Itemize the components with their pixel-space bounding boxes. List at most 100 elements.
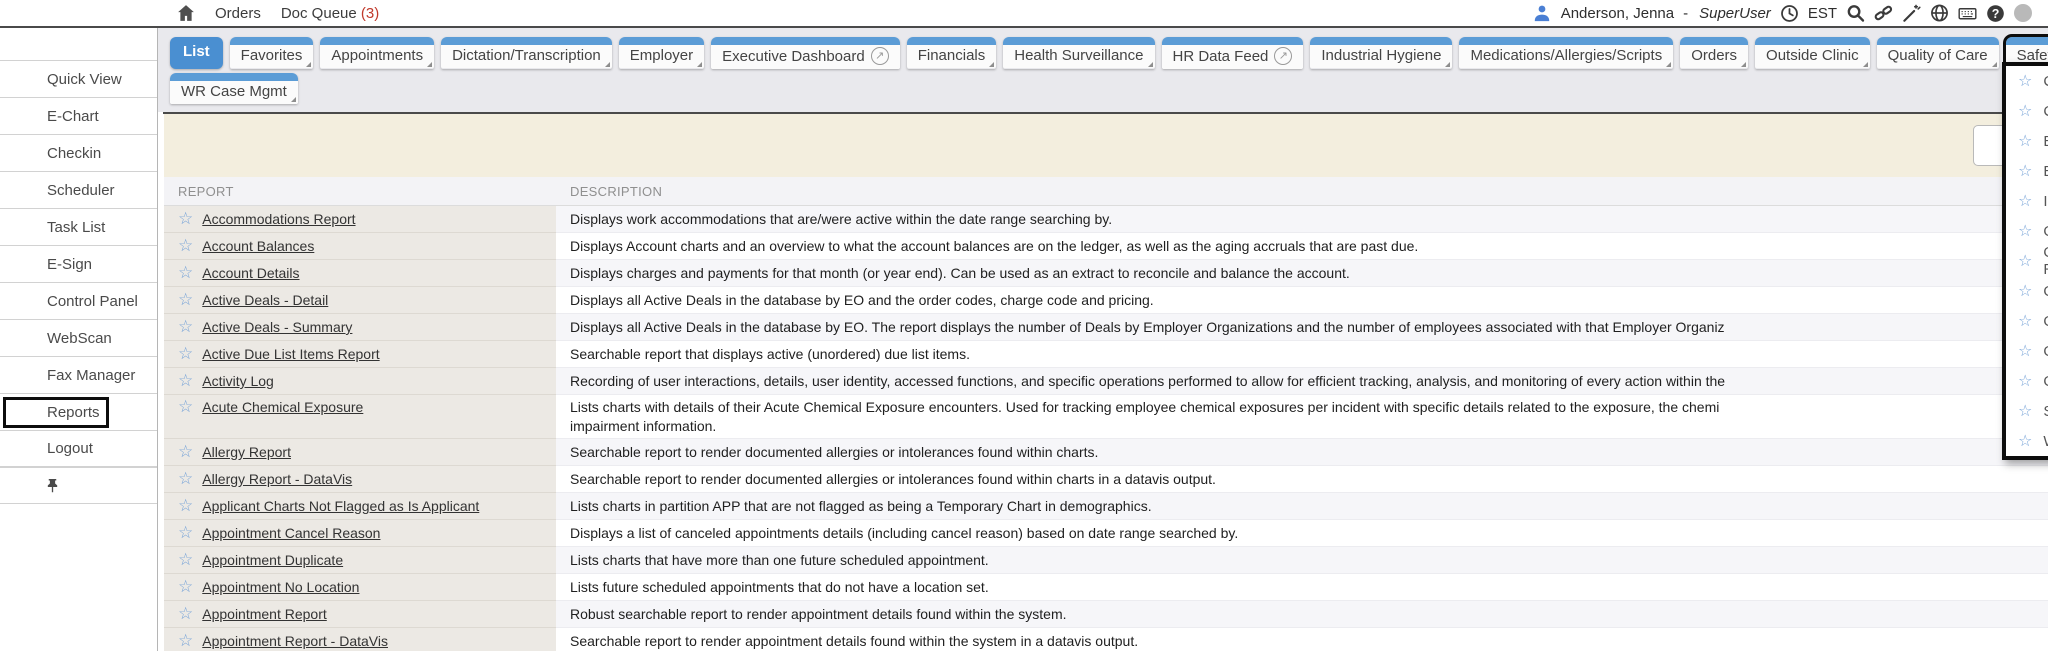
user-name[interactable]: Anderson, Jenna xyxy=(1561,5,1674,22)
search-icon[interactable] xyxy=(1846,4,1865,23)
dropdown-menu-item[interactable]: ☆ Work Comp ↗ xyxy=(2006,426,2048,456)
favorite-star-icon[interactable]: ☆ xyxy=(178,579,193,596)
report-link[interactable]: Account Balances xyxy=(202,238,314,254)
report-category-tab[interactable]: List ↗ xyxy=(170,37,223,69)
report-link[interactable]: Accommodations Report xyxy=(202,211,355,227)
dropdown-menu-item[interactable]: ☆ Case Merge ↗ xyxy=(2006,66,2048,96)
favorite-star-icon[interactable]: ☆ xyxy=(2018,103,2032,119)
favorite-star-icon[interactable]: ☆ xyxy=(178,498,193,515)
dropdown-menu-item[interactable]: ☆ OSHA/DART Events By Dept ↗ xyxy=(2006,336,2048,366)
sidebar-item[interactable]: Fax Manager xyxy=(0,356,157,393)
sidebar-item[interactable]: WebScan xyxy=(0,319,157,356)
favorite-star-icon[interactable]: ☆ xyxy=(2018,163,2032,179)
sidebar-item[interactable]: E-Sign xyxy=(0,245,157,282)
dropdown-menu-item[interactable]: ☆ OSHA Statistics ↗ xyxy=(2006,306,2048,336)
report-link[interactable]: Allergy Report xyxy=(202,444,291,460)
report-link[interactable]: Active Deals - Summary xyxy=(202,319,352,335)
favorite-star-icon[interactable]: ☆ xyxy=(178,292,193,309)
favorite-star-icon[interactable]: ☆ xyxy=(178,373,193,390)
favorite-star-icon[interactable]: ☆ xyxy=(2018,283,2032,299)
report-category-tab[interactable]: Orders ↗ xyxy=(1680,37,1748,69)
report-cell: ☆ Activity Log xyxy=(164,368,556,395)
report-category-tab[interactable]: Dictation/Transcription ↗ xyxy=(441,37,612,69)
favorite-star-icon[interactable]: ☆ xyxy=(178,552,193,569)
sidebar-item[interactable]: Control Panel xyxy=(0,282,157,319)
report-category-tab[interactable]: HR Data Feed ↗ xyxy=(1162,37,1304,69)
favorite-star-icon[interactable]: ☆ xyxy=(178,633,193,650)
report-category-tab[interactable]: Industrial Hygiene ↗ xyxy=(1310,37,1452,69)
dropdown-menu-item[interactable]: ☆ OSHA 300A Report ↗ xyxy=(2006,276,2048,306)
report-category-tab[interactable]: Financials ↗ xyxy=(907,37,997,69)
report-link[interactable]: Appointment Cancel Reason xyxy=(202,525,380,541)
dropdown-menu-item[interactable]: ☆ Incident Report ↗ xyxy=(2006,186,2048,216)
report-category-tab[interactable]: Medications/Allergies/Scripts ↗ xyxy=(1459,37,1673,69)
sidebar-item[interactable]: E-Chart xyxy=(0,97,157,134)
clock-icon[interactable] xyxy=(1780,4,1799,23)
report-link[interactable]: Acute Chemical Exposure xyxy=(202,399,363,415)
tab-cap xyxy=(2006,37,2048,45)
favorite-star-icon[interactable]: ☆ xyxy=(2018,313,2032,329)
nav-doc-queue[interactable]: Doc Queue (3) xyxy=(281,5,379,22)
favorite-star-icon[interactable]: ☆ xyxy=(178,471,193,488)
pushpin-icon xyxy=(43,476,62,495)
report-category-tab[interactable]: Employer ↗ xyxy=(619,37,704,69)
report-link[interactable]: Appointment Report - DataVis xyxy=(202,633,388,649)
favorite-star-icon[interactable]: ☆ xyxy=(2018,253,2032,269)
favorite-star-icon[interactable]: ☆ xyxy=(2018,343,2032,359)
globe-icon[interactable] xyxy=(1930,4,1949,23)
dropdown-menu-item[interactable]: ☆ OSHA 300 Log ↗ xyxy=(2006,216,2048,246)
dropdown-menu-item[interactable]: ☆ OSHA/DART Trending ↗ xyxy=(2006,366,2048,396)
nav-orders[interactable]: Orders xyxy=(215,5,261,22)
report-category-tab[interactable]: Quality of Care ↗ xyxy=(1877,37,1999,69)
help-icon[interactable]: ? xyxy=(1986,4,2005,23)
dropdown-menu-item[interactable]: ☆ Event Review ↗ xyxy=(2006,156,2048,186)
dropdown-menu-item[interactable]: ☆ Sharps Log ↗ xyxy=(2006,396,2048,426)
favorite-star-icon[interactable]: ☆ xyxy=(2018,373,2032,389)
sidebar-item[interactable]: Task List xyxy=(0,208,157,245)
report-link[interactable]: Applicant Charts Not Flagged as Is Appli… xyxy=(202,498,479,514)
report-link[interactable]: Active Deals - Detail xyxy=(202,292,328,308)
sidebar-item[interactable]: Quick View xyxy=(0,60,157,97)
report-link[interactable]: Appointment No Location xyxy=(202,579,359,595)
report-link[interactable]: Account Details xyxy=(202,265,299,281)
sidebar-item[interactable]: Checkin xyxy=(0,134,157,171)
dropdown-menu-item[interactable]: ☆ Employee Safety Trends ↗ xyxy=(2006,126,2048,156)
report-link[interactable]: Active Due List Items Report xyxy=(202,346,379,362)
report-category-tab[interactable]: Executive Dashboard ↗ xyxy=(711,37,900,69)
favorite-star-icon[interactable]: ☆ xyxy=(2018,133,2032,149)
favorite-star-icon[interactable]: ☆ xyxy=(178,606,193,623)
favorite-star-icon[interactable]: ☆ xyxy=(178,525,193,542)
favorite-star-icon[interactable]: ☆ xyxy=(2018,403,2032,419)
report-category-tab[interactable]: Health Surveillance ↗ xyxy=(1003,37,1154,69)
link-icon[interactable] xyxy=(1874,4,1893,23)
favorite-star-icon[interactable]: ☆ xyxy=(2018,73,2032,89)
favorite-star-icon[interactable]: ☆ xyxy=(178,399,193,416)
presence-indicator-icon[interactable] xyxy=(2014,4,2032,22)
report-link[interactable]: Activity Log xyxy=(202,373,274,389)
sidebar-item[interactable]: Reports xyxy=(0,393,157,430)
report-link[interactable]: Appointment Duplicate xyxy=(202,552,343,568)
favorite-star-icon[interactable]: ☆ xyxy=(178,346,193,363)
sidebar-item[interactable]: Logout xyxy=(0,430,157,467)
report-link[interactable]: Appointment Report xyxy=(202,606,327,622)
favorite-star-icon[interactable]: ☆ xyxy=(178,319,193,336)
favorite-star-icon[interactable]: ☆ xyxy=(178,211,193,228)
dropdown-menu-item[interactable]: ☆ Claims ↗ xyxy=(2006,96,2048,126)
keyboard-icon[interactable] xyxy=(1958,4,1977,23)
home-icon[interactable] xyxy=(176,4,195,23)
report-link[interactable]: Allergy Report - DataVis xyxy=(202,471,352,487)
sidebar-item-pin[interactable] xyxy=(0,467,157,504)
magic-wand-icon[interactable] xyxy=(1902,4,1921,23)
report-category-tab[interactable]: Outside Clinic ↗ xyxy=(1755,37,1870,69)
favorite-star-icon[interactable]: ☆ xyxy=(178,265,193,282)
favorite-star-icon[interactable]: ☆ xyxy=(178,444,193,461)
sidebar-item[interactable]: Scheduler xyxy=(0,171,157,208)
favorite-star-icon[interactable]: ☆ xyxy=(178,238,193,255)
favorite-star-icon[interactable]: ☆ xyxy=(2018,433,2032,449)
report-category-tab[interactable]: Appointments ↗ xyxy=(320,37,434,69)
favorite-star-icon[interactable]: ☆ xyxy=(2018,193,2032,209)
report-category-tab[interactable]: Favorites ↗ xyxy=(230,37,314,69)
dropdown-menu-item[interactable]: ☆ OSHA 300/301 Case Data Report ↗ xyxy=(2006,246,2048,276)
favorite-star-icon[interactable]: ☆ xyxy=(2018,223,2032,239)
report-category-tab[interactable]: WR Case Mgmt ↗ xyxy=(170,73,298,104)
